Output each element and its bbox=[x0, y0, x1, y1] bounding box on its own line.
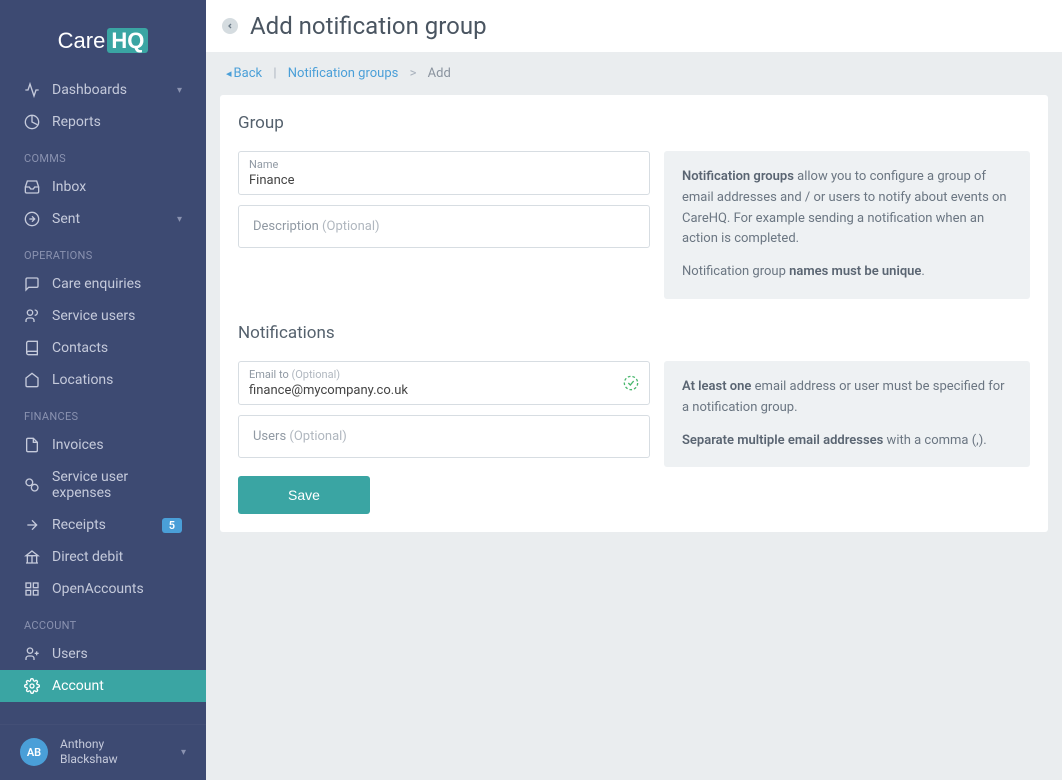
sidebar-item-service-user-expenses[interactable]: Service user expenses bbox=[0, 461, 206, 509]
home-icon bbox=[24, 372, 40, 388]
sidebar-item-dashboards[interactable]: Dashboards ▾ bbox=[0, 74, 206, 106]
grid-icon bbox=[24, 581, 40, 597]
gear-icon bbox=[24, 678, 40, 694]
sidebar-item-direct-debit[interactable]: Direct debit bbox=[0, 541, 206, 573]
main: Add notification group ◂Back | Notificat… bbox=[206, 0, 1062, 780]
name-label: Name bbox=[249, 158, 639, 171]
name-field-wrapper[interactable]: Name bbox=[238, 151, 650, 195]
name-input[interactable] bbox=[249, 171, 639, 188]
breadcrumb: ◂Back | Notification groups > Add bbox=[206, 52, 1062, 95]
breadcrumb-back[interactable]: Back bbox=[234, 66, 263, 81]
sidebar-item-invoices[interactable]: Invoices bbox=[0, 429, 206, 461]
sidebar-item-sent[interactable]: Sent ▾ bbox=[0, 203, 206, 235]
description-field-wrapper[interactable]: Description (Optional) bbox=[238, 205, 650, 248]
check-circle-icon bbox=[623, 375, 639, 391]
page-title: Add notification group bbox=[250, 12, 487, 40]
send-icon bbox=[24, 211, 40, 227]
chevron-down-icon: ▾ bbox=[181, 747, 186, 758]
user-plus-icon bbox=[24, 646, 40, 662]
inbox-icon bbox=[24, 179, 40, 195]
sidebar-item-inbox[interactable]: Inbox bbox=[0, 171, 206, 203]
breadcrumb-notification-groups[interactable]: Notification groups bbox=[288, 66, 399, 81]
section-header-account: ACCOUNT bbox=[0, 605, 206, 638]
chevron-down-icon: ▾ bbox=[177, 85, 182, 96]
logo[interactable]: CareHQ bbox=[0, 0, 206, 74]
section-header-comms: COMMS bbox=[0, 138, 206, 171]
breadcrumb-current: Add bbox=[428, 66, 451, 81]
file-icon bbox=[24, 437, 40, 453]
user-menu[interactable]: AB Anthony Blackshaw ▾ bbox=[0, 724, 206, 780]
nav: Dashboards ▾ Reports COMMS Inbox Sent ▾ … bbox=[0, 74, 206, 724]
sidebar-item-contacts[interactable]: Contacts bbox=[0, 332, 206, 364]
book-icon bbox=[24, 340, 40, 356]
caret-left-icon: ◂ bbox=[226, 67, 232, 80]
bank-icon bbox=[24, 549, 40, 565]
email-field-wrapper[interactable]: Email to (Optional) bbox=[238, 361, 650, 405]
email-label: Email to (Optional) bbox=[249, 368, 639, 381]
sidebar-item-service-users[interactable]: Service users bbox=[0, 300, 206, 332]
collapse-sidebar-button[interactable] bbox=[222, 18, 238, 34]
description-label: Description (Optional) bbox=[253, 219, 635, 234]
sidebar-item-openaccounts[interactable]: OpenAccounts bbox=[0, 573, 206, 605]
notifications-info-box: At least one email address or user must … bbox=[664, 361, 1030, 467]
section-header-finances: FINANCES bbox=[0, 396, 206, 429]
group-heading: Group bbox=[238, 113, 1030, 133]
notifications-heading: Notifications bbox=[238, 323, 1030, 343]
badge-count: 5 bbox=[162, 518, 182, 533]
sidebar-item-account[interactable]: Account bbox=[0, 670, 206, 702]
email-input[interactable] bbox=[249, 381, 639, 398]
titlebar: Add notification group bbox=[206, 0, 1062, 52]
sidebar-item-locations[interactable]: Locations bbox=[0, 364, 206, 396]
group-card: Group Name Description (Optional) Notifi… bbox=[220, 95, 1048, 532]
save-button[interactable]: Save bbox=[238, 476, 370, 514]
section-header-operations: OPERATIONS bbox=[0, 235, 206, 268]
users-icon bbox=[24, 308, 40, 324]
group-info-box: Notification groups allow you to configu… bbox=[664, 151, 1030, 299]
users-label: Users (Optional) bbox=[253, 429, 635, 444]
sidebar-item-users[interactable]: Users bbox=[0, 638, 206, 670]
sidebar-item-reports[interactable]: Reports bbox=[0, 106, 206, 138]
sidebar-item-care-enquiries[interactable]: Care enquiries bbox=[0, 268, 206, 300]
chevron-down-icon: ▾ bbox=[177, 214, 182, 225]
receipt-icon bbox=[24, 517, 40, 533]
users-field-wrapper[interactable]: Users (Optional) bbox=[238, 415, 650, 458]
user-name: Anthony Blackshaw bbox=[60, 737, 181, 768]
sidebar: CareHQ Dashboards ▾ Reports COMMS Inbox bbox=[0, 0, 206, 780]
pie-chart-icon bbox=[24, 114, 40, 130]
coins-icon bbox=[24, 477, 40, 493]
sidebar-item-receipts[interactable]: Receipts 5 bbox=[0, 509, 206, 541]
avatar: AB bbox=[20, 738, 48, 766]
message-icon bbox=[24, 276, 40, 292]
activity-icon bbox=[24, 82, 40, 98]
